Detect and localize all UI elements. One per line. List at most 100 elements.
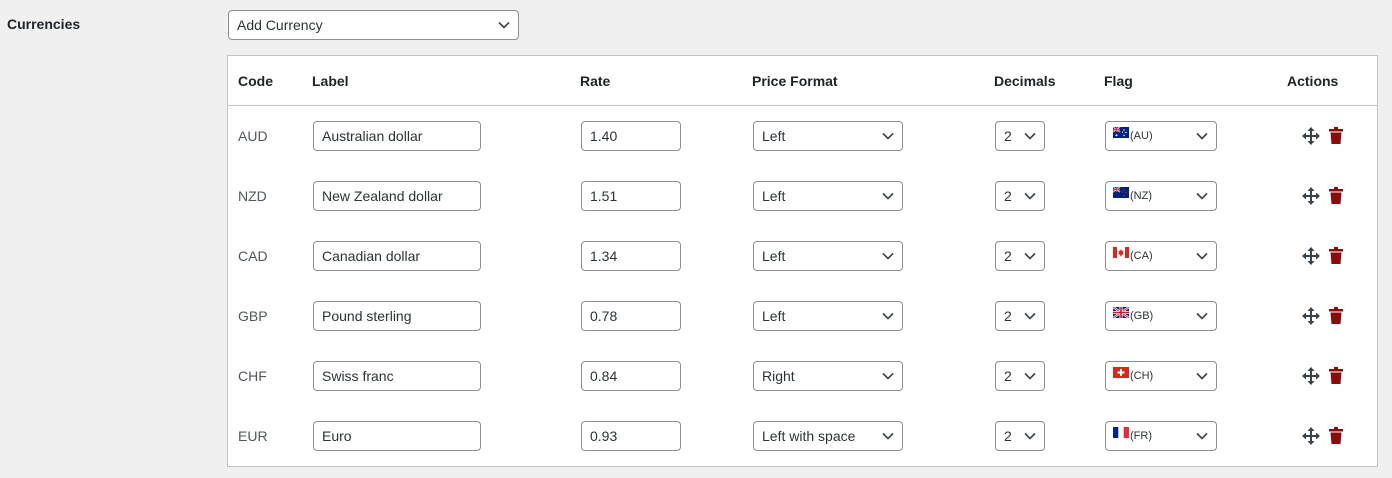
chevron-down-icon (1196, 132, 1208, 140)
flag-select[interactable]: (FR) (1105, 421, 1217, 451)
currency-rate-input[interactable]: 1.34 (581, 241, 681, 271)
currency-rate-input[interactable]: 1.40 (581, 121, 681, 151)
currency-code: GBP (238, 308, 268, 324)
header-decimals: Decimals (994, 73, 1056, 89)
flag-code: (CH) (1130, 370, 1154, 383)
chevron-down-icon (882, 372, 894, 380)
currency-rate-input[interactable]: 0.84 (581, 361, 681, 391)
flag-code: (FR) (1130, 430, 1152, 443)
chevron-down-icon (1196, 312, 1208, 320)
currency-label-input[interactable]: New Zealand dollar (313, 181, 481, 211)
flag-code: (GB) (1130, 310, 1154, 323)
decimals-select[interactable]: 2 (995, 181, 1045, 211)
currency-rate-input[interactable]: 1.51 (581, 181, 681, 211)
decimals-select[interactable]: 2 (995, 301, 1045, 331)
table-row: CAD Canadian dollar 1.34 Left 2 (CA) (228, 226, 1377, 286)
currency-code: NZD (238, 188, 267, 204)
decimals-value: 2 (1004, 128, 1012, 144)
canada-flag-icon (1113, 242, 1129, 269)
flag-code: (CA) (1130, 250, 1153, 263)
chevron-down-icon (1196, 192, 1208, 200)
header-flag: Flag (1104, 73, 1133, 89)
currency-rate-input[interactable]: 0.78 (581, 301, 681, 331)
chevron-down-icon (882, 312, 894, 320)
decimals-value: 2 (1004, 188, 1012, 204)
flag-select[interactable]: (CH) (1105, 361, 1217, 391)
chevron-down-icon (1024, 252, 1036, 260)
header-actions: Actions (1287, 73, 1339, 89)
chevron-down-icon (1024, 192, 1036, 200)
price-format-value: Left (762, 128, 786, 144)
add-currency-label: Add Currency (237, 17, 323, 33)
chevron-down-icon (1024, 372, 1036, 380)
currency-label-input[interactable]: Pound sterling (313, 301, 481, 331)
section-label: Currencies (7, 16, 81, 32)
flag-select[interactable]: (NZ) (1105, 181, 1217, 211)
move-icon[interactable] (1302, 187, 1320, 205)
table-row: EUR Euro 0.93 Left with space 2 (FR) (228, 406, 1377, 466)
flag-select[interactable]: (AU) (1105, 121, 1217, 151)
price-format-value: Left (762, 308, 786, 324)
currency-label-input[interactable]: Euro (313, 421, 481, 451)
flag-select[interactable]: (CA) (1105, 241, 1217, 271)
decimals-value: 2 (1004, 308, 1012, 324)
price-format-select[interactable]: Left with space (753, 421, 903, 451)
decimals-select[interactable]: 2 (995, 121, 1045, 151)
move-icon[interactable] (1302, 367, 1320, 385)
price-format-value: Left (762, 248, 786, 264)
chevron-down-icon (1196, 432, 1208, 440)
chevron-down-icon (1196, 372, 1208, 380)
add-currency-select[interactable]: Add Currency (228, 10, 519, 40)
chevron-down-icon (882, 192, 894, 200)
price-format-value: Right (762, 368, 795, 384)
currencies-table: Code Label Rate Price Format Decimals Fl… (227, 55, 1378, 467)
trash-icon[interactable] (1329, 187, 1343, 204)
price-format-select[interactable]: Right (753, 361, 903, 391)
chevron-down-icon (882, 432, 894, 440)
currency-rate-input[interactable]: 0.93 (581, 421, 681, 451)
move-icon[interactable] (1302, 127, 1320, 145)
table-row: AUD Australian dollar 1.40 Left 2 (AU) (228, 106, 1377, 166)
header-code: Code (238, 73, 273, 89)
move-icon[interactable] (1302, 247, 1320, 265)
chevron-down-icon (1024, 432, 1036, 440)
price-format-select[interactable]: Left (753, 241, 903, 271)
chevron-down-icon (882, 132, 894, 140)
trash-icon[interactable] (1329, 367, 1343, 384)
united-kingdom-flag-icon (1112, 302, 1130, 329)
price-format-select[interactable]: Left (753, 121, 903, 151)
price-format-value: Left with space (762, 428, 856, 444)
currency-label-input[interactable]: Canadian dollar (313, 241, 481, 271)
trash-icon[interactable] (1329, 127, 1343, 144)
flag-code: (NZ) (1130, 190, 1152, 203)
decimals-select[interactable]: 2 (995, 361, 1045, 391)
price-format-select[interactable]: Left (753, 301, 903, 331)
decimals-select[interactable]: 2 (995, 421, 1045, 451)
trash-icon[interactable] (1329, 307, 1343, 324)
currency-code: CHF (238, 368, 267, 384)
chevron-down-icon (498, 21, 510, 29)
move-icon[interactable] (1302, 307, 1320, 325)
table-row: GBP Pound sterling 0.78 Left 2 (GB) (228, 286, 1377, 346)
flag-select[interactable]: (GB) (1105, 301, 1217, 331)
move-icon[interactable] (1302, 427, 1320, 445)
currency-label-input[interactable]: Australian dollar (313, 121, 481, 151)
table-header: Code Label Rate Price Format Decimals Fl… (228, 56, 1377, 106)
chevron-down-icon (1024, 312, 1036, 320)
decimals-value: 2 (1004, 248, 1012, 264)
price-format-value: Left (762, 188, 786, 204)
currency-label-input[interactable]: Swiss franc (313, 361, 481, 391)
chevron-down-icon (1024, 132, 1036, 140)
new-zealand-flag-icon (1112, 182, 1129, 209)
trash-icon[interactable] (1329, 247, 1343, 264)
decimals-select[interactable]: 2 (995, 241, 1045, 271)
header-price-format: Price Format (752, 73, 838, 89)
currency-code: AUD (238, 128, 268, 144)
switzerland-flag-icon (1113, 362, 1129, 389)
price-format-select[interactable]: Left (753, 181, 903, 211)
trash-icon[interactable] (1329, 427, 1343, 444)
header-label: Label (312, 73, 349, 89)
chevron-down-icon (1196, 252, 1208, 260)
header-rate: Rate (580, 73, 611, 89)
france-flag-icon (1113, 422, 1129, 449)
